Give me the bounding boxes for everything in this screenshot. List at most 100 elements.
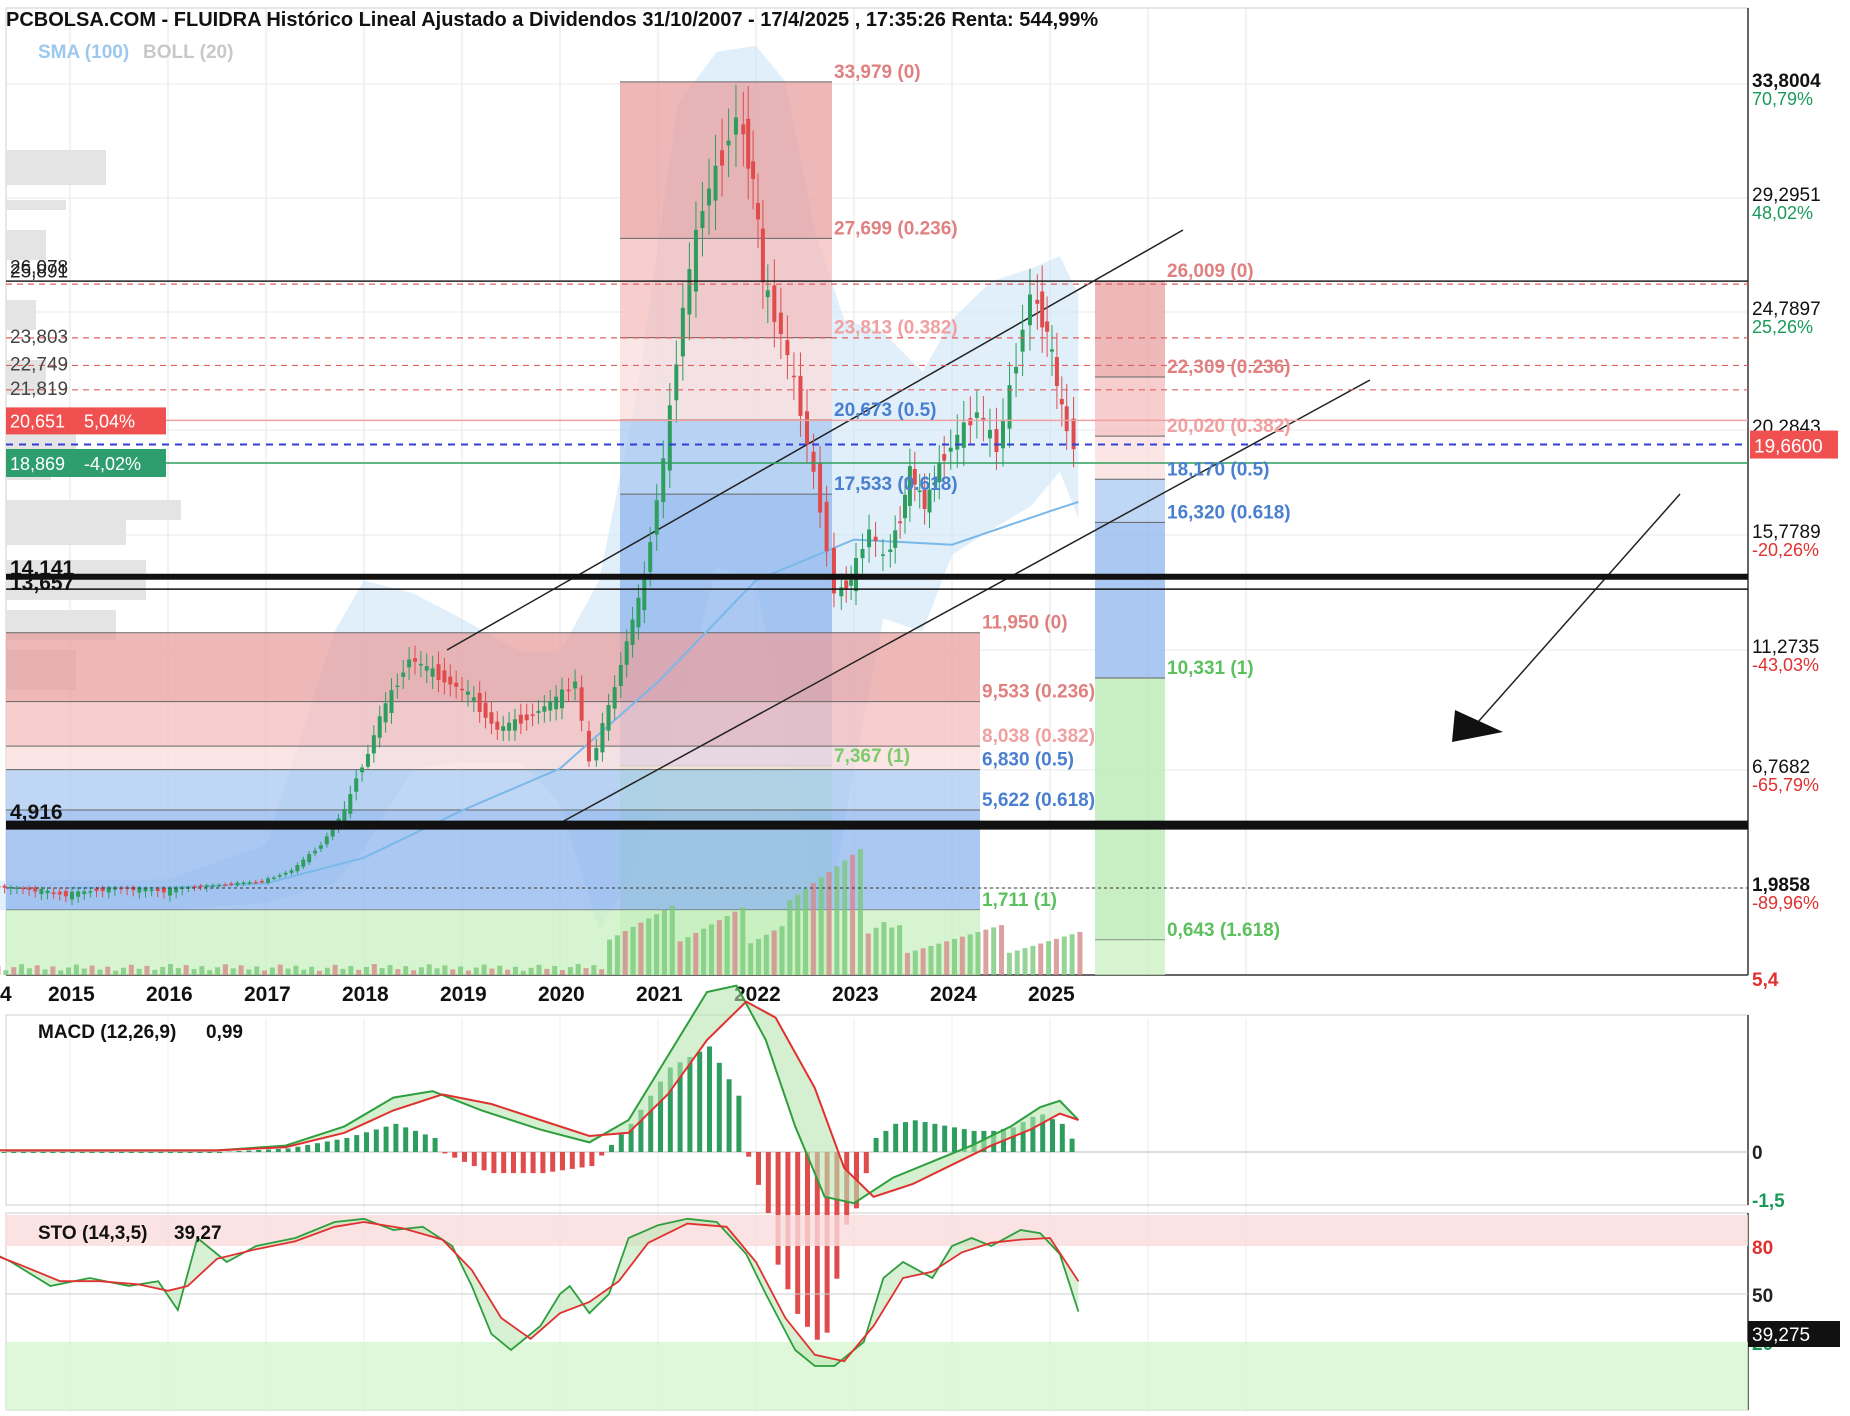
x-tick-label-10: 2024 — [930, 983, 977, 1006]
volume-bar — [528, 967, 534, 975]
candle-body — [542, 706, 547, 712]
macd-histogram-bar — [383, 1126, 389, 1152]
volume-bar — [246, 969, 252, 975]
x-tick-label-2: 2016 — [146, 983, 193, 1006]
candle-body — [1059, 398, 1064, 405]
macd-histogram-bar — [30, 1152, 36, 1153]
candle-body — [994, 429, 999, 453]
fib-2020-label-2: 23,813 (0.382) — [834, 318, 958, 339]
candle-body — [204, 885, 209, 888]
volume-bar — [834, 866, 840, 975]
volume-profile-bar-1 — [6, 200, 66, 210]
candle-body — [636, 597, 641, 628]
fib-2025-label-4: 16,320 (0.618) — [1167, 502, 1291, 523]
macd-histogram-bar — [89, 1152, 95, 1153]
candle-body — [707, 188, 711, 206]
volume-bar — [481, 964, 487, 975]
candle-body — [436, 664, 441, 681]
volume-bar — [591, 965, 597, 975]
fib-2018-label-4: 5,622 (0.618) — [982, 790, 1095, 811]
volume-bar — [403, 966, 409, 975]
candle-body — [661, 458, 666, 503]
candle-body — [210, 885, 215, 887]
sto-label: STO (14,3,5) — [38, 1223, 147, 1244]
macd-histogram-bar — [148, 1152, 154, 1153]
candle-body — [554, 696, 559, 710]
fib-2020-label-5: 7,367 (1) — [834, 746, 910, 767]
macd-histogram-bar — [942, 1125, 948, 1152]
y-tick-pct-5: -43,03% — [1752, 655, 1819, 675]
macd-histogram-bar — [540, 1152, 546, 1174]
candle-body — [371, 735, 376, 754]
volume-bar — [920, 948, 926, 975]
volume-bar — [1006, 952, 1012, 975]
candle-body — [961, 422, 966, 448]
fib-2018-label-0: 11,950 (0) — [982, 613, 1068, 634]
candle-body — [831, 547, 836, 594]
volume-bar — [285, 968, 291, 975]
candle-body — [687, 269, 692, 315]
macd-histogram-bar — [452, 1152, 458, 1158]
candle-body — [805, 411, 809, 445]
macd-histogram-bar — [481, 1152, 487, 1171]
volume-bar — [411, 970, 417, 975]
candle-body — [974, 412, 979, 418]
candle-body — [1064, 406, 1069, 432]
volume-bar — [50, 966, 56, 975]
stock-chart: 33,979 (0) 27,699 (0.236) 23,813 (0.382) 20… — [0, 0, 1850, 1416]
macd-histogram-bar — [922, 1122, 928, 1152]
volume-profile-bar-7 — [6, 500, 181, 520]
volume-bar — [959, 936, 965, 975]
volume-bar — [889, 927, 895, 975]
volume-bar — [160, 966, 166, 975]
volume-bar — [66, 967, 72, 975]
macd-histogram-bar — [168, 1152, 173, 1153]
fib-2020-band-1 — [620, 238, 832, 338]
volume-bar — [395, 969, 401, 975]
candle-body — [1050, 349, 1054, 352]
volume-bar — [881, 922, 887, 975]
sto-y-tick-1: 50 — [1752, 1286, 1773, 1307]
candle-body — [512, 719, 517, 731]
candle-body — [586, 730, 591, 762]
candle-body — [798, 375, 803, 416]
sto-current-badge-text: 39,275 — [1752, 1325, 1810, 1346]
candle-body — [751, 161, 756, 179]
candle-body — [424, 666, 429, 671]
volume-bar — [97, 969, 103, 975]
volume-bar — [450, 969, 456, 975]
volume-bar — [3, 970, 9, 975]
macd-histogram-bar — [109, 1152, 115, 1153]
volume-bar — [787, 900, 793, 975]
volume-bar — [795, 894, 801, 975]
macd-histogram-bar — [1059, 1123, 1065, 1152]
support-badge-price: 18,869 — [10, 454, 65, 474]
candle-body — [772, 285, 777, 322]
candle-body — [2, 885, 7, 888]
candle-body — [63, 890, 68, 897]
volume-bar — [175, 968, 181, 975]
macd-histogram-bar — [354, 1135, 360, 1152]
macd-histogram-bar — [432, 1137, 438, 1152]
macd-histogram-bar — [275, 1148, 281, 1152]
volume-bar — [1014, 950, 1020, 975]
candle-body — [1040, 291, 1045, 328]
candle-body — [560, 689, 564, 709]
volume-bar — [732, 911, 738, 975]
fib-2020-label-3: 20,673 (0.5) — [834, 400, 936, 421]
macd-histogram-bar — [403, 1127, 409, 1152]
candle-body — [471, 697, 476, 701]
volume-bar — [1038, 943, 1044, 975]
candle-body — [893, 530, 898, 548]
candle-body — [247, 882, 252, 884]
fib-2018-band-1 — [6, 701, 980, 747]
macd-histogram-bar — [50, 1152, 56, 1153]
left-label-13657: 13,657 — [10, 572, 74, 595]
volume-bar — [442, 965, 448, 975]
volume-bar — [238, 965, 244, 975]
volume-bar — [708, 924, 714, 975]
macd-histogram-bar — [775, 1152, 781, 1265]
macd-histogram-bar — [324, 1141, 330, 1152]
volume-bar — [152, 969, 158, 975]
macd-histogram-bar — [119, 1152, 124, 1153]
